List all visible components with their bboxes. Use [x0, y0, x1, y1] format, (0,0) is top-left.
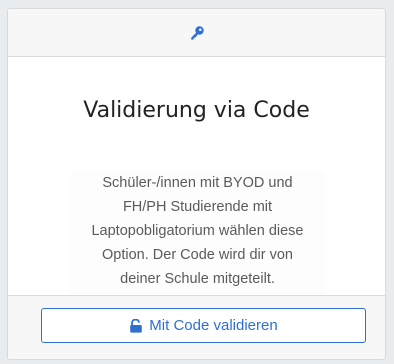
validation-card: Validierung via Code Schüler-/innen mit …: [7, 8, 386, 360]
validate-button-label: Mit Code validieren: [149, 317, 278, 334]
unlock-icon: [129, 318, 143, 333]
card-footer: Mit Code validieren: [8, 295, 385, 359]
description-line: Option. Der Code wird dir von: [102, 247, 293, 263]
description-line: FH/PH Studierende mit: [122, 199, 273, 215]
card-header: [8, 9, 385, 57]
description-line: Schüler-/innen mit BYOD und: [102, 175, 293, 191]
description-line: deiner Schule mitgeteilt.: [120, 271, 275, 287]
description-line: Laptopobligatorium wählen diese: [91, 223, 304, 239]
key-icon: [189, 25, 205, 41]
validate-with-code-button[interactable]: Mit Code validieren: [41, 308, 366, 343]
card-title: Validierung via Code: [83, 98, 310, 123]
card-body: Validierung via Code Schüler-/innen mit …: [8, 57, 385, 327]
